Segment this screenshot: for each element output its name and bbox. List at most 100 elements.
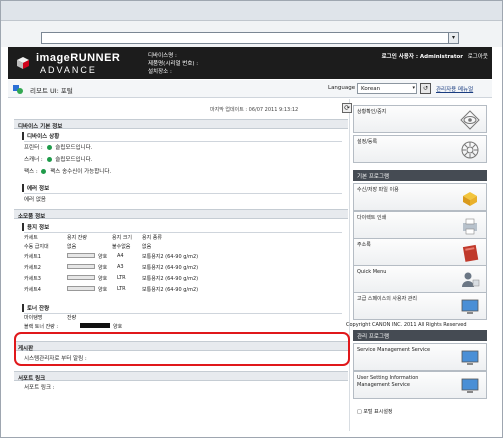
table-row: 카세트1 양호 A4 보통용지2 (64-90 g/m2) [24, 253, 344, 261]
user-icon [462, 272, 480, 287]
consumables-header: 소모품 정보 [14, 209, 348, 220]
table-row: 카세트2 양호 A3 보통용지2 (64-90 g/m2) [24, 264, 344, 272]
fax-label: 팩스 : [24, 169, 38, 175]
paper-level-bar [67, 275, 95, 281]
row-level: 없음 [67, 244, 77, 250]
row-level: 양호 [98, 265, 108, 271]
settings-label: 설정/등록 [357, 139, 378, 145]
admin-programs-header: 관리 프로그램 [353, 330, 487, 341]
col-paper-level: 용지 잔량 [67, 235, 87, 241]
printer-icon [463, 218, 477, 235]
advanced-space-user-button[interactable]: 고급 스페이스의 사용자 관리 [353, 292, 487, 320]
table-row: 카세트3 양호 LTR 보통용지2 (64-90 g/m2) [24, 275, 344, 283]
status-monitor-button[interactable]: 상황확인/중지 [353, 105, 487, 133]
row-size: 불수없음 [112, 244, 131, 250]
printer-status-row: 프린터 : 슬립모드입니다. [24, 143, 92, 151]
status-monitor-label: 상황확인/중지 [357, 109, 387, 115]
language-select[interactable]: Korean ▾ [357, 83, 417, 94]
language-label: Language [328, 85, 356, 91]
fax-status-row: 팩스 : 팩스 송수신이 가능합니다. [24, 167, 111, 175]
highlight-annotation [14, 332, 350, 366]
printer-status: 슬립모드입니다. [55, 145, 93, 151]
paper-level-bar [67, 264, 95, 270]
portal-icon [13, 85, 23, 94]
col-toner-name: 마이탱명 [24, 315, 43, 321]
row-level: 양호 [98, 254, 108, 260]
brand-name: imageRUNNER [36, 52, 121, 64]
row-size: LTR [117, 286, 126, 292]
received-files-button[interactable]: 수신/저장 파일 이용 [353, 183, 487, 211]
col-paper-type: 용지 종류 [142, 235, 162, 241]
row-size: A3 [117, 264, 124, 270]
monitor-icon [461, 299, 479, 314]
row-size: A4 [117, 253, 124, 259]
portal-display-settings-link[interactable]: □ 포털 표시설정 [357, 408, 393, 415]
address-bar[interactable]: ▾ [41, 32, 459, 44]
row-name: 카세트3 [24, 276, 41, 282]
sidebar: 상황확인/중지 설정/등록 기본 프로그램 수신/저장 파일 이용 다이렉트 인… [352, 99, 492, 431]
received-files-label: 수신/저장 파일 이용 [357, 187, 399, 193]
row-size: LTR [117, 275, 126, 281]
support-header: 서포트 링크 [14, 371, 348, 382]
user-setting-info-button[interactable]: User Setting Information Management Serv… [353, 371, 487, 399]
main-content: 마지막 업데이트 : 06/07 2011 9:13:12 ⟳ 디바이스 기본 … [8, 99, 492, 431]
row-name: 카세트4 [24, 287, 41, 293]
toner-level-bar [80, 323, 110, 329]
inbox-icon [463, 192, 477, 206]
logout-link[interactable]: 로그아웃 [468, 54, 488, 60]
product-name-label: 제품명(시리얼 번호) : [148, 61, 199, 67]
address-book-button[interactable]: 주소록 [353, 238, 487, 266]
service-management-label: Service Management Service [357, 347, 431, 353]
title-bar: 리모트 UI: 포털 Language Korean ▾ ↺ 관리자용 메뉴얼 [8, 80, 492, 98]
row-name: 카세트1 [24, 254, 41, 260]
error-value: 에러 없음 [24, 197, 46, 203]
direct-print-label: 다이렉트 인쇄 [357, 215, 387, 221]
row-type: 보통용지2 (64-90 g/m2) [142, 265, 199, 271]
apply-language-button[interactable]: ↺ [420, 83, 431, 94]
table-row: 블랙 토너 잔량 : 양호 [24, 323, 344, 331]
manual-link[interactable]: 관리자용 메뉴얼 [436, 85, 473, 93]
language-value: Korean [361, 86, 381, 92]
device-info: 디바이스명 : 제품명(시리얼 번호) : 설치장소 : [148, 52, 198, 76]
scanner-status: 슬립모드입니다. [55, 157, 93, 163]
basic-programs-header: 기본 프로그램 [353, 170, 487, 181]
browser-toolbar [1, 1, 502, 21]
row-type: 보통용지2 (64-90 g/m2) [142, 287, 199, 293]
direct-print-button[interactable]: 다이렉트 인쇄 [353, 211, 487, 239]
device-header: imageRUNNER ADVANCE 디바이스명 : 제품명(시리얼 번호) … [8, 47, 492, 79]
scanner-status-row: 스캐너 : 슬립모드입니다. [24, 155, 92, 163]
login-user: 로그인 사용자 : Administrator [381, 54, 463, 60]
paper-level-bar [67, 286, 95, 292]
support-text: 서포트 링크 : [24, 385, 55, 391]
row-type: 없음 [142, 244, 152, 250]
toner-name: 블랙 토너 잔량 : [24, 324, 59, 330]
monitor-icon [461, 378, 479, 393]
col-cassette: 카세트 [24, 235, 38, 241]
refresh-button[interactable]: ⟳ [342, 103, 352, 113]
advanced-space-user-label: 고급 스페이스의 사용자 관리 [357, 296, 417, 302]
chevron-down-icon: ▾ [412, 85, 415, 91]
col-paper-size: 용지 크기 [112, 235, 132, 241]
user-setting-info-label: User Setting Information Management Serv… [357, 375, 419, 388]
quick-menu-label: Quick Menu [357, 269, 387, 275]
address-book-label: 주소록 [357, 242, 371, 248]
row-level: 양호 [98, 276, 108, 282]
paper-table-header: 카세트 용지 잔량 용지 크기 용지 종류 [24, 234, 344, 242]
monitor-icon [461, 350, 479, 365]
quick-menu-button[interactable]: Quick Menu [353, 265, 487, 293]
status-panel: 마지막 업데이트 : 06/07 2011 9:13:12 ⟳ 디바이스 기본 … [10, 99, 352, 431]
paper-level-bar [67, 253, 95, 259]
paper-header: 용지 정보 [22, 223, 342, 233]
device-info-header: 디바이스 기본 정보 [14, 119, 348, 130]
row-type: 보통용지2 (64-90 g/m2) [142, 254, 199, 260]
table-row: 카세트4 양호 LTR 보통용지2 (64-90 g/m2) [24, 286, 344, 294]
last-updated: 마지막 업데이트 : 06/07 2011 9:13:12 [210, 107, 299, 113]
address-dropdown-icon[interactable]: ▾ [448, 33, 458, 43]
row-name: 카세트2 [24, 265, 41, 271]
settings-button[interactable]: 설정/등록 [353, 135, 487, 163]
service-management-button[interactable]: Service Management Service [353, 343, 487, 371]
status-ok-icon [46, 145, 52, 150]
user-info: 로그인 사용자 : Administrator 로그아웃 [382, 52, 488, 60]
device-status-header: 디바이스 상황 [22, 132, 342, 142]
address-row: ▾ [1, 21, 502, 47]
